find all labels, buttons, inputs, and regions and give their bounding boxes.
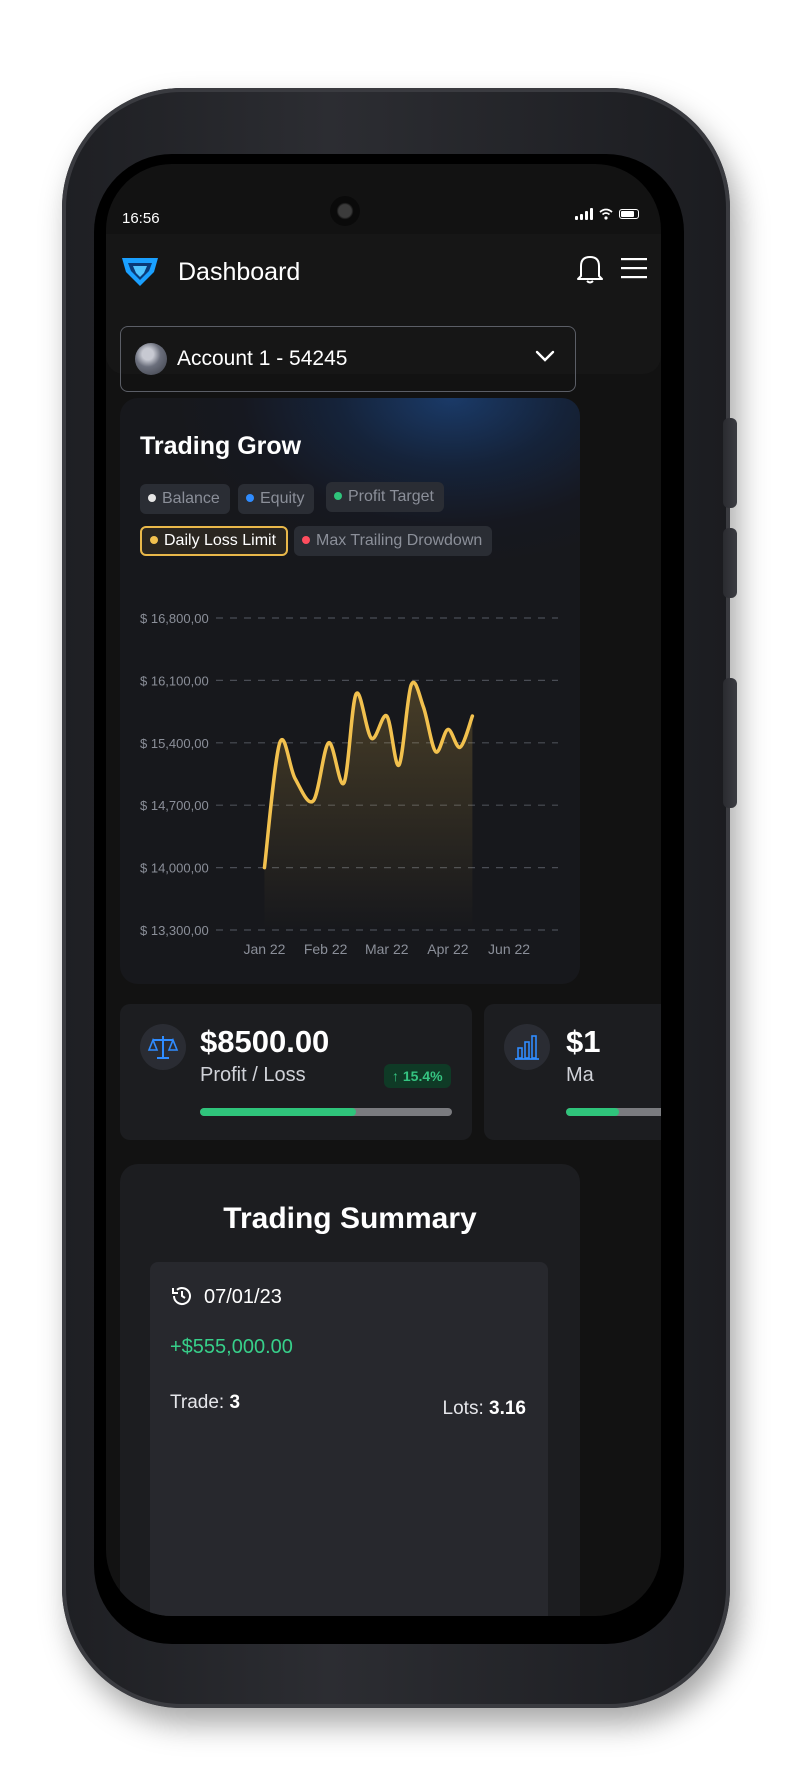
stat-label: Ma: [566, 1064, 594, 1086]
stat-label: Profit / Loss: [200, 1064, 306, 1086]
legend-chip-label: Equity: [260, 490, 305, 507]
y-tick-label: $ 14,700,00: [140, 798, 209, 813]
account-selector[interactable]: Account 1 - 54245: [120, 326, 576, 392]
stat-value: $1: [566, 1024, 601, 1059]
trading-summary-card: Trading Summary 07/01/23 +$555,000.00 Tr…: [120, 1164, 580, 1616]
app-header: Dashboard Account 1 - 54245: [106, 234, 661, 392]
wifi-icon: [599, 208, 613, 220]
x-tick-label: Mar 22: [365, 941, 409, 957]
legend-chip-max-trailing-drowdown[interactable]: Max Trailing Drowdown: [294, 526, 493, 556]
status-bar: 16:56: [106, 164, 661, 234]
series-area: [264, 682, 473, 930]
app-screen: 16:56 Dashboard Account 1 - 54245 Tradin…: [106, 164, 661, 1616]
legend-chip-label: Balance: [162, 490, 220, 507]
legend-chip-label: Max Trailing Drowdown: [316, 532, 483, 549]
y-tick-label: $ 15,400,00: [140, 736, 209, 751]
stat-icon-wrap: [140, 1024, 186, 1070]
legend-chip-label: Profit Target: [348, 488, 434, 505]
phone-frame: 16:56 Dashboard Account 1 - 54245 Tradin…: [62, 88, 737, 1708]
max-trailing-drowdown-dot-icon: [302, 536, 310, 544]
y-tick-label: $ 16,100,00: [140, 673, 209, 688]
change-value: 15.4%: [402, 1068, 443, 1084]
profit-progress-bar: [200, 1108, 452, 1116]
front-camera: [330, 196, 360, 226]
legend-chip-profit-target[interactable]: Profit Target: [326, 482, 444, 512]
lots-value: 3.16: [489, 1398, 526, 1419]
volume-down-button: [723, 528, 737, 598]
trading-grow-chart: $ 16,800,00 $ 16,100,00 $ 15,400,00 $ 14,70…: [140, 611, 558, 957]
status-time: 16:56: [122, 210, 160, 227]
x-tick-label: Apr 22: [427, 941, 468, 957]
stat-icon-wrap: [504, 1024, 550, 1070]
account-label: Account 1 - 54245: [177, 347, 348, 370]
trading-grow-title: Trading Grow: [140, 432, 302, 460]
entry-trade: Trade: 3: [170, 1392, 240, 1414]
history-icon: [172, 1287, 191, 1305]
entry-amount: +$555,000.00: [170, 1336, 293, 1358]
balance-dot-icon: [148, 494, 156, 502]
account-avatar: [135, 343, 167, 375]
lots-label: Lots:: [442, 1398, 484, 1419]
x-tick-label: Jan 22: [243, 941, 285, 957]
bar-chart-icon: [515, 1035, 539, 1060]
change-badge: ↑ 15.4%: [384, 1064, 451, 1088]
brand-logo-icon[interactable]: [120, 254, 160, 288]
summary-entry[interactable]: 07/01/23 +$555,000.00 Trade: 3 Lots: 3.1…: [150, 1262, 548, 1616]
profit-loss-card[interactable]: $8500.00 Profit / Loss ↑ 15.4%: [120, 1004, 472, 1140]
phone-screen: 16:56 Dashboard Account 1 - 54245 Tradin…: [94, 154, 684, 1644]
entry-date: 07/01/23: [204, 1286, 282, 1308]
legend-chip-equity[interactable]: Equity: [238, 484, 315, 514]
trading-summary-title: Trading Summary: [223, 1202, 477, 1235]
legend-chip-daily-loss-limit[interactable]: Daily Loss Limit: [140, 526, 289, 556]
entry-lots: Lots: 3.16: [443, 1398, 526, 1420]
profit-target-dot-icon: [334, 492, 342, 500]
status-icons: [575, 208, 639, 220]
progress-fill: [200, 1108, 357, 1116]
page-title: Dashboard: [178, 258, 301, 286]
progress-fill: [566, 1108, 619, 1116]
y-tick-label: $ 14,000,00: [140, 861, 209, 876]
chevron-down-icon: [535, 350, 555, 362]
stat-progress-bar: [566, 1108, 661, 1116]
y-tick-label: $ 13,300,00: [140, 923, 209, 938]
stat-value: $8500.00: [200, 1024, 330, 1059]
hamburger-menu-icon[interactable]: [621, 256, 647, 280]
arrow-up-icon: ↑: [392, 1068, 403, 1084]
trade-label: Trade:: [170, 1392, 225, 1413]
x-tick-label: Feb 22: [304, 941, 348, 957]
battery-icon: [619, 209, 639, 219]
stat-card-2[interactable]: $1 Ma: [484, 1004, 661, 1140]
y-tick-label: $ 16,800,00: [140, 611, 209, 626]
daily-loss-limit-dot-icon: [150, 536, 158, 544]
trading-grow-card: Trading Grow Balance Equity Profit Targe…: [120, 398, 580, 984]
equity-dot-icon: [246, 494, 254, 502]
power-button: [723, 678, 737, 808]
trade-value: 3: [229, 1392, 241, 1413]
volume-up-button: [723, 418, 737, 508]
scale-icon: [147, 1036, 179, 1059]
bell-icon[interactable]: [577, 252, 603, 284]
signal-icon: [575, 208, 593, 220]
legend-chip-label: Daily Loss Limit: [164, 532, 277, 549]
legend-chip-balance[interactable]: Balance: [140, 484, 230, 514]
x-tick-label: Jun 22: [488, 941, 530, 957]
